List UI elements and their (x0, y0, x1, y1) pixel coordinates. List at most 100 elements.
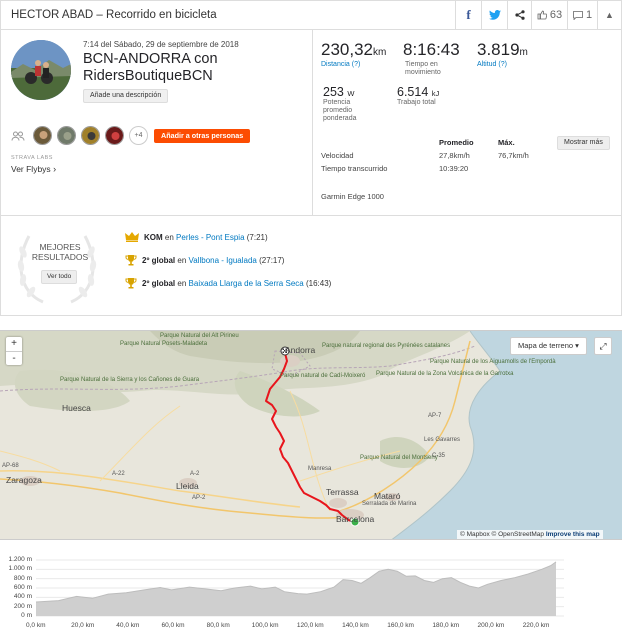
x-tick-label: 200,0 km (477, 622, 505, 629)
x-tick-label: 20,0 km (71, 622, 95, 629)
route-map[interactable]: Andorra Huesca Zaragoza Lleida Manresa T… (0, 330, 622, 540)
group-athlete-avatar[interactable] (105, 126, 124, 145)
share-icon (514, 10, 525, 20)
twitter-icon (488, 10, 501, 20)
y-tick-label: 1.200 m (8, 556, 33, 563)
achievement-row: 2º global en Baixada Llarga de la Serra … (125, 277, 331, 289)
comments-button[interactable]: 1 (567, 1, 597, 29)
map-label-road-ap2: AP-2 (192, 495, 206, 501)
twitter-share-button[interactable] (481, 1, 507, 29)
elevation-value: 3.819 (477, 40, 520, 59)
kudos-button[interactable]: 63 (531, 1, 567, 29)
elapsed-time-avg: 10:39:20 (439, 164, 469, 173)
group-athlete-avatar[interactable] (33, 126, 52, 145)
achievement-time: (27:17) (259, 255, 285, 265)
share-button[interactable] (507, 1, 531, 29)
y-tick-label: 0 m (21, 612, 32, 619)
y-tick-label: 800 m (13, 574, 32, 582)
elevation-label[interactable]: Altitud (?) (477, 61, 528, 68)
segment-link[interactable]: Perles - Pont Espia (176, 233, 244, 242)
avatar-photo (11, 40, 71, 100)
stat-total-work: 6.514 kJ Trabajo total (397, 85, 439, 107)
col-header-average: Promedio (439, 138, 474, 147)
distance-label[interactable]: Distancia (?) (321, 61, 386, 68)
achievement-rank: 2º global (142, 255, 176, 265)
y-tick-label: 600 m (13, 584, 32, 591)
panel-divider (312, 30, 313, 215)
group-athlete-avatar[interactable] (57, 126, 76, 145)
achievement-row: 2º global en Vallbona - Igualada (27:17) (125, 254, 284, 266)
map-label-barcelona: Barcelona (336, 514, 375, 524)
speed-label: Velocidad (321, 151, 354, 160)
improve-map-link[interactable]: Improve this map (546, 531, 600, 538)
map-label-park-montseny: Parque Natural del Montseny (360, 455, 438, 461)
map-label-park-emporda: Parque Natural de los Aiguamolls de l'Em… (430, 359, 556, 365)
y-tick-label: 200 m (13, 602, 32, 610)
x-tick-label: 220,0 km (522, 622, 550, 629)
elapsed-time-label: Tiempo transcurrido (321, 164, 388, 173)
y-tick-label: 1.000 m (8, 565, 33, 573)
activity-date: 7:14 del Sábado, 29 de septiembre de 201… (83, 40, 239, 49)
show-more-button[interactable]: Mostrar más (557, 136, 610, 150)
activity-title-line-1: BCN-ANDORRA con (83, 51, 218, 67)
group-athlete-avatar[interactable] (81, 126, 100, 145)
distance-value: 230,32 (321, 40, 373, 59)
activity-page: HECTOR ABAD – Recorrido en bicicleta f 6… (0, 0, 622, 640)
x-tick-label: 180,0 km (432, 622, 460, 629)
map-label-park-regional: Parque natural regional des Pyrénées cat… (322, 343, 450, 350)
best-efforts-title: MEJORES RESULTADOS (31, 242, 89, 262)
map-label-road-a2: A-2 (190, 471, 200, 477)
map-label-road-c35: C-35 (432, 453, 446, 459)
trophy-icon (125, 278, 137, 289)
comments-count: 1 (585, 9, 593, 21)
strava-labs-label: STRAVA LABS (11, 155, 53, 161)
people-icon (11, 131, 25, 141)
more-menu-button[interactable]: ▲ (597, 1, 621, 29)
map-type-select[interactable]: Mapa de terreno ▾ (510, 337, 587, 355)
map-label-zaragoza: Zaragoza (6, 475, 42, 485)
comment-icon (573, 10, 583, 20)
flybys-link[interactable]: Ver Flybys › (11, 164, 56, 174)
zoom-controls: + - (6, 337, 22, 365)
map-label-huesca: Huesca (62, 403, 91, 413)
athlete-avatar[interactable] (11, 40, 71, 100)
elevation-unit: m (519, 47, 528, 58)
activity-header: HECTOR ABAD – Recorrido en bicicleta f 6… (0, 0, 622, 30)
speed-max: 76,7km/h (498, 151, 529, 160)
work-value: 6.514 (397, 85, 429, 99)
facebook-share-button[interactable]: f (455, 1, 481, 29)
stat-distance: 230,32km Distancia (?) (321, 40, 386, 68)
segment-link[interactable]: Baixada Llarga de la Serra Seca (189, 279, 304, 288)
achievement-rank: KOM (144, 232, 163, 242)
crown-icon (125, 232, 139, 242)
x-tick-label: 120,0 km (296, 622, 324, 629)
fullscreen-button[interactable]: ⤢ (594, 337, 612, 355)
map-label-park-posets: Parque Natural Posets-Maladeta (120, 341, 208, 347)
laurel-wreath-icon (17, 235, 97, 304)
activity-title: BCN-ANDORRA con RidersBoutiqueBCN (83, 51, 303, 85)
work-unit: kJ (431, 89, 440, 98)
map-label-park-cadi: Parque natural de Cadí-Moixeró (280, 373, 366, 379)
segment-link[interactable]: Vallbona - Igualada (189, 256, 257, 265)
x-tick-label: 80,0 km (206, 622, 230, 629)
x-tick-label: 140,0 km (342, 622, 369, 629)
add-others-button[interactable]: Añadir a otras personas (154, 129, 251, 143)
trophy-icon (125, 255, 137, 266)
zoom-in-button[interactable]: + (6, 337, 22, 351)
activity-summary-panel: 7:14 del Sábado, 29 de septiembre de 201… (0, 30, 622, 216)
achievement-time: (16:43) (305, 278, 332, 288)
see-all-button[interactable]: Ver todo (41, 270, 78, 284)
x-tick-label: 60,0 km (161, 622, 185, 629)
chevron-down-icon: ▾ (575, 341, 579, 350)
power-label: Potencia promedio ponderada (323, 99, 357, 122)
kudos-count: 63 (549, 9, 563, 21)
map-label-road-ap68: AP-68 (2, 463, 19, 469)
map-label-road-ap7: AP-7 (428, 413, 442, 419)
elevation-chart[interactable]: 1.200 m 1.000 m 800 m 600 m 400 m 200 m 0 m 0,… (0, 546, 622, 640)
expand-icon: ⤢ (599, 341, 607, 351)
add-description-button[interactable]: Añade una descripción (83, 89, 169, 103)
more-athletes-badge[interactable]: +4 (129, 126, 148, 145)
moving-time-value: 8:16:43 (403, 40, 460, 59)
map-label-terrassa: Terrassa (326, 487, 359, 497)
zoom-out-button[interactable]: - (6, 351, 22, 365)
